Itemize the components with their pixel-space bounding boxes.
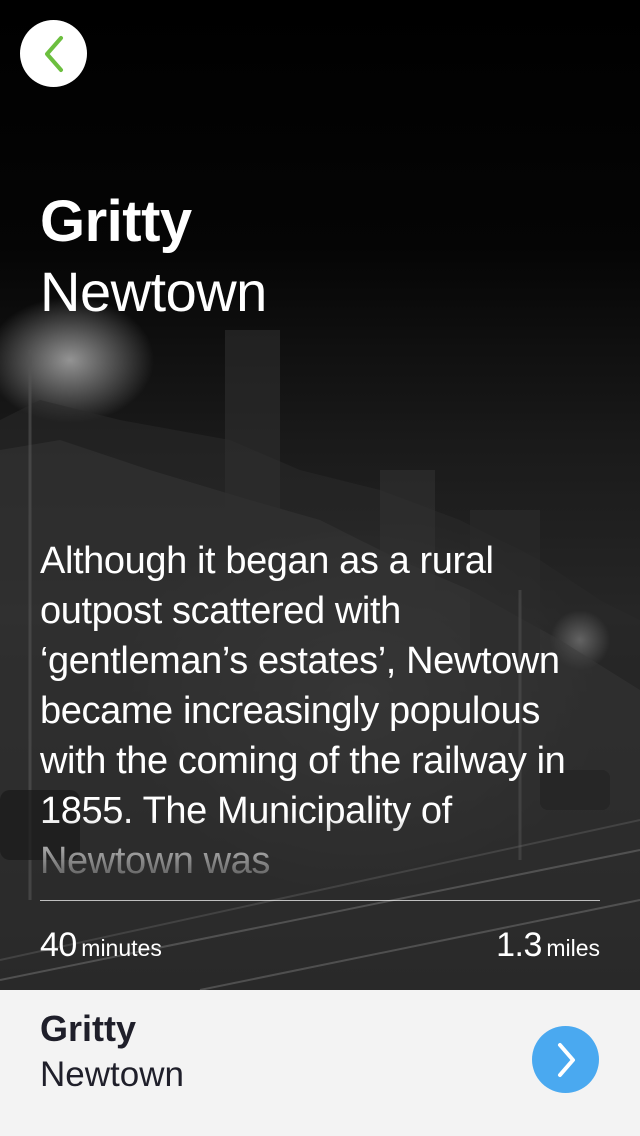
next-walk-title-light: Newtown bbox=[40, 1055, 184, 1094]
distance-stat: 1.3 miles bbox=[496, 926, 600, 965]
hero-title: Gritty Newtown bbox=[40, 188, 267, 328]
distance-value: 1.3 bbox=[496, 926, 542, 964]
hero-section: Gritty Newtown Although it began as a ru… bbox=[0, 0, 640, 990]
next-walk-title: Gritty Newtown bbox=[40, 1007, 184, 1099]
walk-description: Although it began as a rural outpost sca… bbox=[40, 540, 566, 882]
next-button[interactable] bbox=[532, 1026, 599, 1093]
chevron-right-icon bbox=[557, 1042, 575, 1077]
chevron-left-icon bbox=[44, 35, 63, 72]
next-walk-card[interactable]: Gritty Newtown bbox=[0, 990, 640, 1136]
back-button[interactable] bbox=[20, 20, 87, 87]
distance-unit: miles bbox=[546, 935, 600, 961]
hero-title-bold: Gritty bbox=[40, 189, 192, 254]
stats-divider bbox=[40, 900, 600, 901]
next-walk-title-bold: Gritty bbox=[40, 1008, 137, 1049]
duration-value: 40 bbox=[40, 926, 77, 964]
duration-unit: minutes bbox=[81, 935, 162, 961]
duration-stat: 40 minutes bbox=[40, 926, 162, 965]
hero-title-light: Newtown bbox=[40, 260, 267, 323]
